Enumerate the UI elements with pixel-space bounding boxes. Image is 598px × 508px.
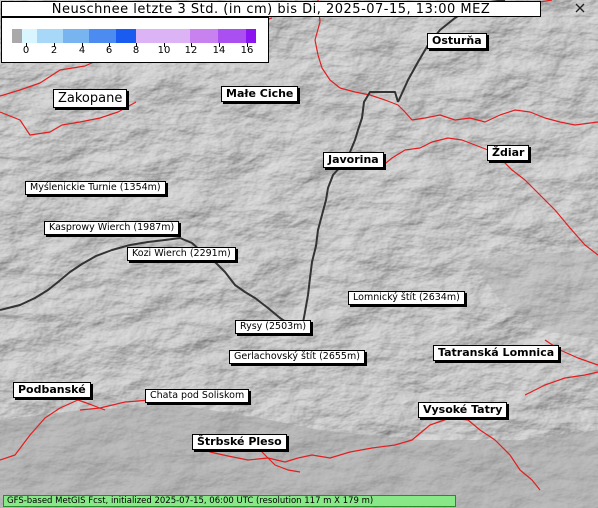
legend-swatch-7 [190,29,218,43]
place-osturna[interactable]: Osturňa [427,33,487,49]
terrain-map [0,0,598,508]
legend-label: 6 [105,45,113,56]
legend-label: 12 [184,45,198,56]
place-podbanske[interactable]: Podbanské [13,382,91,398]
legend-label: 2 [50,45,58,56]
legend-swatch-2 [37,29,63,43]
peak-myslenickie-turnie[interactable]: Myślenickie Turnie (1354m) [25,181,166,195]
peak-rysy[interactable]: Rysy (2503m) [235,320,312,334]
map[interactable]: Neuschnee letzte 3 Std. (in cm) bis Di, … [0,0,598,508]
place-vysoke-tatry[interactable]: Vysoké Tatry [418,402,508,418]
legend-swatch-3 [63,29,89,43]
legend-swatch-4 [89,29,116,43]
legend: 0 2 4 6 8 10 12 14 16 [1,17,269,63]
place-zakopane[interactable]: Zakopane [53,89,128,108]
legend-swatch-9 [246,29,256,43]
peak-lomnicky-stit[interactable]: Lomnický štít (2634m) [348,291,465,305]
close-icon[interactable] [572,0,588,16]
peak-gerlachovsky-stit[interactable]: Gerlachovský štít (2655m) [229,350,365,364]
place-javorina[interactable]: Javorina [323,152,384,168]
legend-label: 14 [212,45,226,56]
legend-label: 16 [240,45,254,56]
place-tatranska-lomnica[interactable]: Tatranská Lomnica [433,345,560,361]
legend-swatch-8 [218,29,246,43]
map-title: Neuschnee letzte 3 Std. (in cm) bis Di, … [1,1,541,17]
peak-kasprowy-wierch[interactable]: Kasprowy Wierch (1987m) [44,221,180,235]
place-zdiar[interactable]: Ždiar [487,145,530,161]
legend-label: 4 [78,45,86,56]
legend-swatch-0 [12,29,22,43]
legend-label: 8 [132,45,140,56]
place-strbske-pleso[interactable]: Štrbské Pleso [192,434,287,450]
legend-label: 0 [22,45,30,56]
peak-kozi-wierch[interactable]: Kozi Wierch (2291m) [127,247,236,261]
legend-swatch-6 [136,29,190,43]
place-male-ciche[interactable]: Małe Ciche [221,86,299,102]
peak-chata-pod-soliskom[interactable]: Chata pod Soliskom [145,389,250,403]
legend-swatch-1 [22,29,37,43]
model-info-footer: GFS-based MetGIS Fcst, initialized 2025-… [3,495,456,507]
legend-swatch-5 [116,29,136,43]
legend-label: 10 [157,45,171,56]
